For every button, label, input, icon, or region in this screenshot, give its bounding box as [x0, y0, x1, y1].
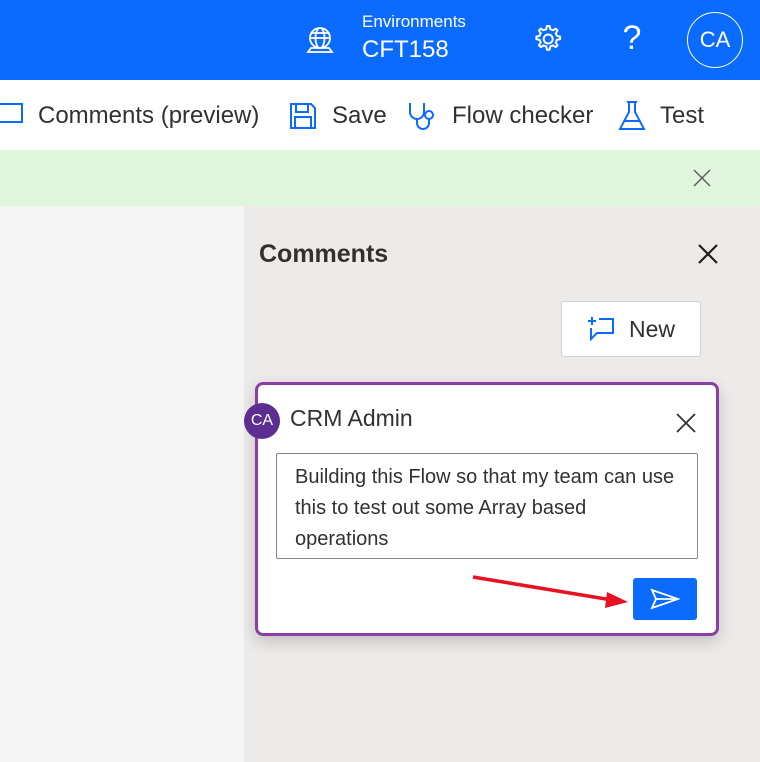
comments-panel: Comments New CA CRM Admin Building this … — [244, 206, 760, 762]
save-icon — [290, 103, 316, 129]
top-header-bar: Environments CFT158 ? CA — [0, 0, 760, 80]
comment-card: CA CRM Admin Building this Flow so that … — [244, 382, 719, 636]
test-button[interactable]: Test — [618, 98, 704, 134]
new-comment-icon — [587, 317, 614, 342]
comments-preview-button[interactable]: Comments (preview) — [0, 98, 259, 134]
test-label: Test — [660, 102, 705, 129]
new-comment-button[interactable]: New — [561, 301, 701, 357]
flow-canvas — [0, 206, 244, 762]
help-icon[interactable]: ? — [612, 18, 652, 58]
close-icon[interactable] — [696, 242, 720, 266]
new-comment-label: New — [628, 315, 675, 342]
stethoscope-icon — [409, 103, 434, 130]
comments-preview-label: Comments (preview) — [38, 102, 260, 129]
send-button[interactable] — [633, 578, 697, 620]
comments-panel-title: Comments — [259, 240, 389, 268]
flask-icon — [618, 101, 646, 130]
comment-text-field[interactable]: Building this Flow so that my team can u… — [276, 453, 698, 559]
command-bar: Comments (preview) Save Flow checker Tes… — [0, 80, 760, 150]
save-label: Save — [332, 102, 387, 129]
close-icon[interactable] — [690, 166, 714, 190]
environment-label[interactable]: Environments — [362, 12, 466, 32]
comment-icon — [0, 103, 23, 123]
avatar: CA — [244, 403, 280, 439]
comment-author: CRM Admin — [290, 405, 413, 431]
user-avatar[interactable]: CA — [687, 12, 743, 68]
globe-icon[interactable] — [303, 24, 337, 58]
flow-checker-button[interactable]: Flow checker — [406, 98, 593, 134]
save-button[interactable]: Save — [288, 98, 387, 134]
notification-bar — [0, 150, 760, 206]
gear-icon[interactable] — [530, 22, 564, 56]
send-icon — [650, 588, 680, 610]
environment-name[interactable]: CFT158 — [362, 36, 449, 64]
close-icon[interactable] — [674, 411, 698, 435]
flow-checker-label: Flow checker — [452, 102, 594, 129]
